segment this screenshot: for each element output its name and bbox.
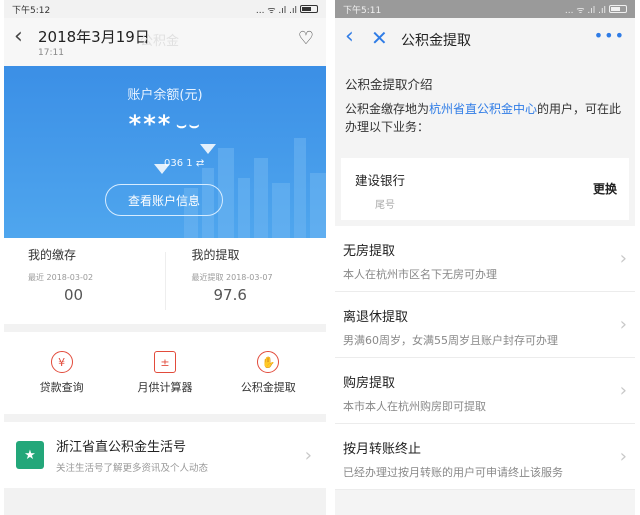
bank-card: 建设银行 尾号 更换 <box>341 158 629 220</box>
menu-item-house-purchase[interactable]: 购房提取 本市本人在杭州购房即可提取 › <box>335 358 635 424</box>
fund-withdraw-tool[interactable]: ✋ 公积金提取 <box>231 351 305 395</box>
menu-item-desc: 已经办理过按月转账的用户可申请终止该服务 <box>343 466 563 479</box>
intro-text: 公积金缴存地为杭州省直公积金中心的用户，可在此办理以下业务： <box>335 96 635 152</box>
deposit-stat[interactable]: 我的缴存 最近 2018-03-02 00 <box>4 238 165 324</box>
tool-label: 贷款查询 <box>39 381 84 394</box>
sparkle-decoration <box>200 144 216 154</box>
stat-value: 00 <box>64 286 84 304</box>
withdraw-header: ‹ ✕ 公积金提取 ••• <box>335 18 635 60</box>
swap-icon[interactable]: ⇄ <box>196 158 204 169</box>
chevron-right-icon: › <box>304 444 312 466</box>
menu-item-desc: 男满60周岁，女满55周岁且账户封存可办理 <box>343 334 558 347</box>
bank-number: 尾号 <box>375 200 395 211</box>
chevron-right-icon: › <box>619 380 627 401</box>
yen-icon: ¥ <box>50 351 73 373</box>
skyline-illustration <box>184 138 326 238</box>
eye-closed-icon[interactable]: ⌣⌣ <box>176 115 201 134</box>
close-icon[interactable]: ✕ <box>371 26 388 50</box>
heart-icon[interactable]: ♡ <box>298 28 314 49</box>
sparkle-decoration <box>154 164 170 174</box>
life-subtitle: 关注生活号了解更多资讯及个人动态 <box>56 463 209 474</box>
tool-label: 月供计算器 <box>137 381 193 394</box>
status-time: 下午5:11 <box>343 5 382 16</box>
more-icon[interactable]: ••• <box>594 26 625 45</box>
menu-item-title: 离退休提取 <box>343 310 409 325</box>
chevron-right-icon: › <box>619 446 627 467</box>
menu-item-no-house[interactable]: 无房提取 本人在杭州市区名下无房可办理 › <box>335 226 635 292</box>
battery-icon <box>609 5 627 13</box>
signal-icon: ... ᯤ .ıl .ıl <box>255 5 297 16</box>
detail-header: ‹ 2018年3月19日 17:11 公积金 ♡ <box>4 18 326 66</box>
tool-label: 公积金提取 <box>240 381 296 394</box>
header-ghost-title: 公积金 <box>140 34 180 49</box>
stat-title: 我的提取 <box>191 248 240 262</box>
stat-value: 97.6 <box>213 286 247 304</box>
stats-row: 我的缴存 最近 2018-03-02 00 我的提取 最近提取 2018-03-… <box>4 238 326 324</box>
page-title: 公积金提取 <box>401 33 471 49</box>
balance-masked: *** <box>128 110 173 138</box>
header-time: 17:11 <box>38 48 64 58</box>
menu-item-title: 购房提取 <box>343 376 396 391</box>
withdraw-screen: 下午5:11 ... ᯤ .ıl .ıl ‹ ✕ 公积金提取 ••• 公积金提取… <box>335 0 635 515</box>
withdraw-menu: 无房提取 本人在杭州市区名下无房可办理 › 离退休提取 男满60周岁，女满55周… <box>335 226 635 490</box>
chevron-right-icon: › <box>619 314 627 335</box>
bank-name: 建设银行 <box>355 173 406 188</box>
signal-icon: ... ᯤ .ıl .ıl <box>564 5 606 16</box>
life-account-item[interactable]: ★ 浙江省直公积金生活号 关注生活号了解更多资讯及个人动态 › <box>4 422 326 488</box>
menu-item-retirement[interactable]: 离退休提取 男满60周岁，女满55周岁且账户封存可办理 › <box>335 292 635 358</box>
stat-date: 最近提取 2018-03-07 <box>191 273 273 282</box>
header-date: 2018年3月19日 <box>38 28 150 46</box>
tool-row: ¥ 贷款查询 ± 月供计算器 ✋ 公积金提取 <box>4 332 326 414</box>
balance-value: *** ⌣⌣ <box>4 110 326 138</box>
account-screen: 下午5:12 ... ᯤ .ıl .ıl ‹ 2018年3月19日 17:11 … <box>4 0 326 515</box>
balance-label: 账户余额(元) <box>127 88 203 103</box>
hand-icon: ✋ <box>257 351 280 373</box>
withdraw-stat[interactable]: 我的提取 最近提取 2018-03-07 97.6 <box>164 248 327 310</box>
stat-title: 我的缴存 <box>28 248 77 262</box>
menu-item-title: 按月转账终止 <box>343 442 422 457</box>
balance-card: 账户余额(元) *** ⌣⌣ 036 1 ⇄ 查看账户信息 <box>4 66 326 238</box>
battery-icon <box>300 5 318 13</box>
bookmark-star-icon: ★ <box>16 441 44 469</box>
life-text: 浙江省直公积金生活号 关注生活号了解更多资讯及个人动态 <box>56 436 208 474</box>
life-title: 浙江省直公积金生活号 <box>56 440 187 455</box>
stat-date: 最近 2018-03-02 <box>28 273 94 282</box>
intro-text-before: 公积金缴存地为 <box>345 102 430 116</box>
section-gap <box>4 414 326 422</box>
menu-item-desc: 本人在杭州市区名下无房可办理 <box>343 268 497 281</box>
menu-item-stop-transfer[interactable]: 按月转账终止 已经办理过按月转账的用户可申请终止该服务 › <box>335 424 635 490</box>
chevron-right-icon: › <box>619 248 627 269</box>
status-time: 下午5:12 <box>12 5 51 16</box>
monthly-calculator-tool[interactable]: ± 月供计算器 <box>128 351 202 395</box>
menu-item-title: 无房提取 <box>343 244 396 259</box>
menu-item-desc: 本市本人在杭州购房即可提取 <box>343 400 486 413</box>
change-bank-button[interactable]: 更换 <box>593 180 617 197</box>
back-icon[interactable]: ‹ <box>14 24 23 49</box>
status-bar: 下午5:12 ... ᯤ .ıl .ıl <box>4 0 326 18</box>
loan-query-tool[interactable]: ¥ 贷款查询 <box>25 351 99 395</box>
view-account-button[interactable]: 查看账户信息 <box>105 184 223 216</box>
status-icons: ... ᯤ .ıl .ıl <box>256 3 318 16</box>
status-icons: ... ᯤ .ıl .ıl <box>565 3 627 16</box>
section-gap <box>4 324 326 332</box>
center-link[interactable]: 杭州省直公积金中心 <box>429 102 537 116</box>
back-icon[interactable]: ‹ <box>345 24 354 49</box>
intro-title: 公积金提取介绍 <box>345 77 433 92</box>
account-number: 036 1 ⇄ <box>164 158 204 169</box>
calculator-icon: ± <box>153 351 176 373</box>
status-bar: 下午5:11 ... ᯤ .ıl .ıl <box>335 0 635 18</box>
